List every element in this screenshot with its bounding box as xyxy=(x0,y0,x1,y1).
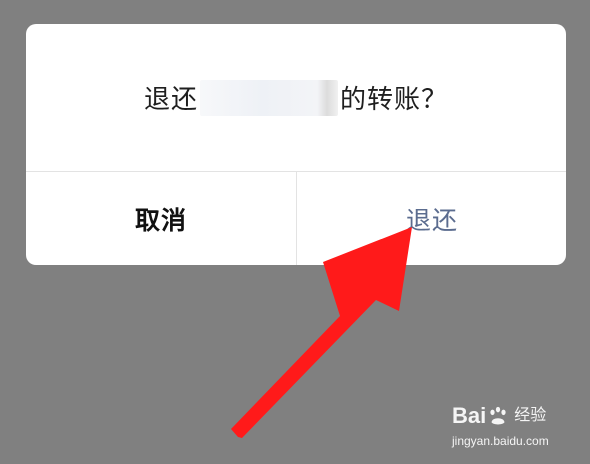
return-transfer-dialog: 退还 的转账？ 取消 退还 xyxy=(26,24,566,265)
watermark-brand-right: 经验 xyxy=(514,407,547,424)
watermark-url: jingyan.baidu.com xyxy=(452,434,549,448)
return-button[interactable]: 退还 xyxy=(297,172,566,265)
dialog-message-text: 退还 的转账？ xyxy=(144,79,448,116)
cancel-button[interactable]: 取消 xyxy=(26,172,296,265)
cancel-button-label: 取消 xyxy=(134,205,187,235)
screen: 退还 的转账？ 取消 退还 Bai 经验 jingyan.baidu.com xyxy=(0,0,590,464)
watermark-logo: Bai 经验 xyxy=(452,404,582,428)
baidu-paw-icon xyxy=(490,406,506,425)
message-prefix: 退还 xyxy=(143,85,198,115)
message-suffix: 的转账？ xyxy=(340,85,449,115)
dialog-message: 退还 的转账？ xyxy=(26,24,566,171)
watermark-brand-left: Bai xyxy=(452,403,487,428)
baidu-jingyan-watermark: Bai 经验 jingyan.baidu.com xyxy=(452,404,582,454)
return-button-label: 退还 xyxy=(405,205,458,235)
redacted-name xyxy=(200,79,338,116)
